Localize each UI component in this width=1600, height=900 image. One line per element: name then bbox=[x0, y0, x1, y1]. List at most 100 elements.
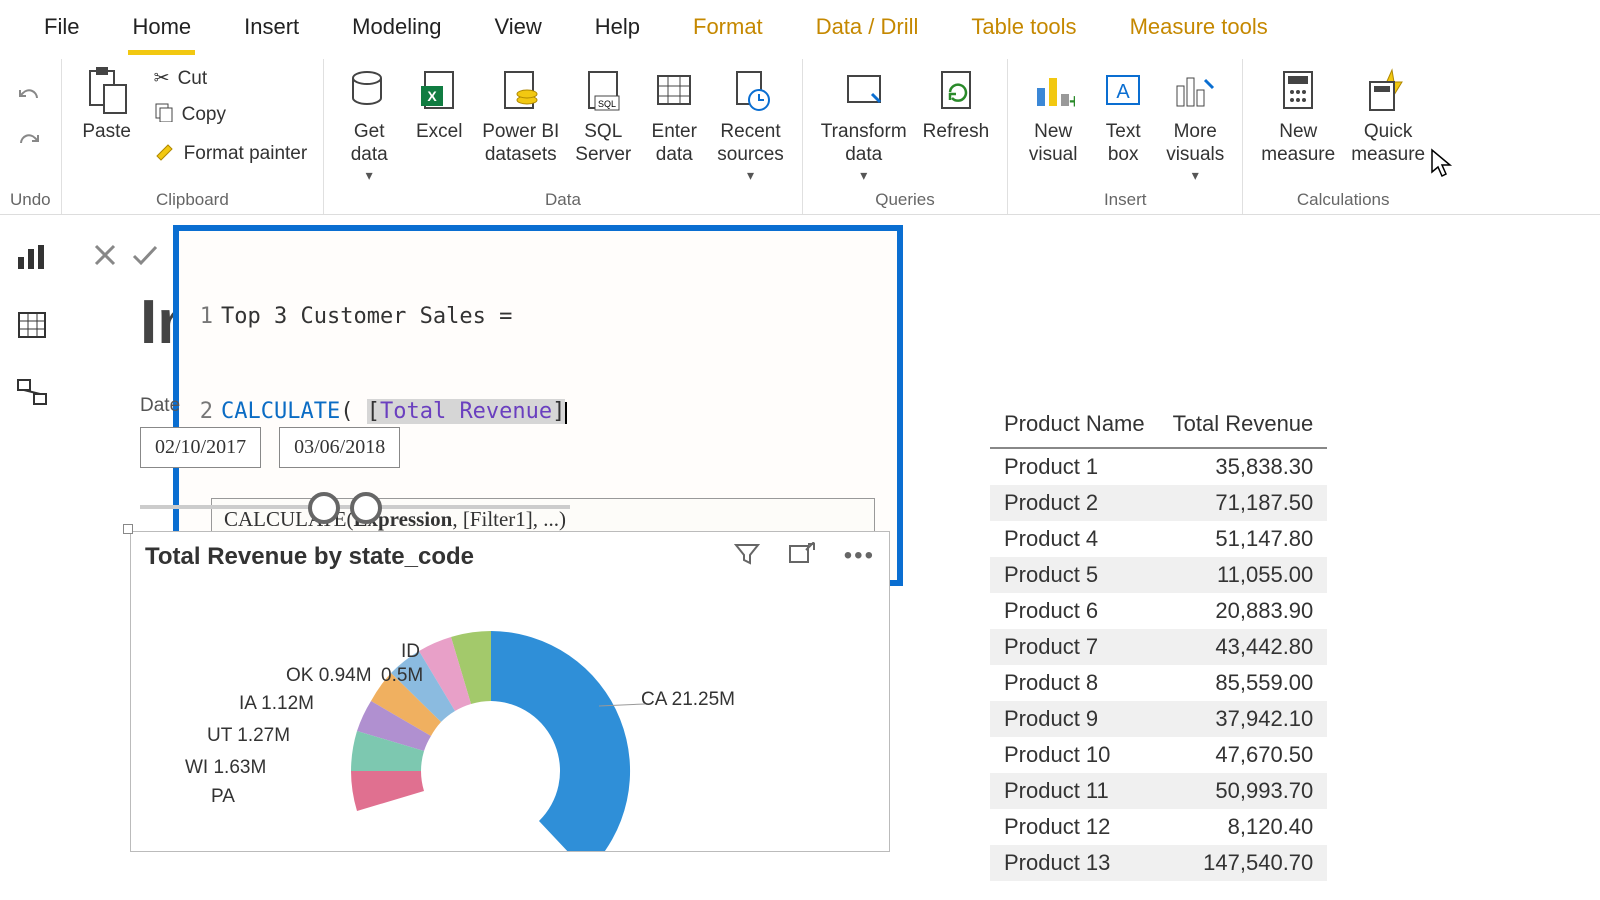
redo-icon bbox=[15, 131, 45, 162]
svg-text:SQL: SQL bbox=[598, 99, 616, 109]
sql-server-button[interactable]: SQLSQL Server bbox=[567, 59, 639, 171]
col-header-revenue[interactable]: Total Revenue bbox=[1159, 405, 1328, 448]
pbi-datasets-icon bbox=[494, 63, 548, 117]
chevron-down-icon: ▾ bbox=[366, 167, 373, 184]
tab-file[interactable]: File bbox=[40, 8, 83, 55]
col-header-product[interactable]: Product Name bbox=[990, 405, 1159, 448]
slider-handle-from[interactable] bbox=[308, 492, 340, 524]
copy-button[interactable]: Copy bbox=[148, 98, 314, 132]
date-slider[interactable] bbox=[140, 492, 570, 522]
paste-button[interactable]: Paste bbox=[72, 59, 142, 148]
group-label-undo: Undo bbox=[10, 188, 51, 214]
recent-sources-button[interactable]: Recent sources▾ bbox=[709, 59, 792, 187]
calculator-icon bbox=[1271, 63, 1325, 117]
tab-view[interactable]: View bbox=[490, 8, 545, 55]
donut-label: 0.5M bbox=[381, 665, 423, 687]
database-icon bbox=[342, 63, 396, 117]
tab-home[interactable]: Home bbox=[128, 8, 195, 55]
tab-modeling[interactable]: Modeling bbox=[348, 8, 445, 55]
table-row[interactable]: Product 271,187.50 bbox=[990, 485, 1327, 521]
tab-format[interactable]: Format bbox=[689, 8, 767, 55]
new-measure-button[interactable]: New measure bbox=[1253, 59, 1343, 171]
donut-chart bbox=[131, 581, 889, 851]
undo-icon bbox=[15, 86, 45, 117]
svg-text:+: + bbox=[1069, 91, 1075, 110]
excel-button[interactable]: XExcel bbox=[404, 59, 474, 148]
formula-commit-button[interactable] bbox=[125, 235, 165, 275]
data-view-button[interactable] bbox=[12, 305, 52, 345]
table-row[interactable]: Product 1150,993.70 bbox=[990, 773, 1327, 809]
ribbon-tabs: File Home Insert Modeling View Help Form… bbox=[0, 0, 1600, 55]
cut-button[interactable]: ✂Cut bbox=[148, 63, 314, 94]
chevron-down-icon: ▾ bbox=[1192, 167, 1199, 184]
group-label-clipboard: Clipboard bbox=[72, 188, 314, 214]
more-options-icon[interactable]: ••• bbox=[844, 542, 875, 571]
donut-label: OK 0.94M bbox=[286, 665, 372, 687]
table-row[interactable]: Product 128,120.40 bbox=[990, 809, 1327, 845]
refresh-icon bbox=[929, 63, 983, 117]
chevron-down-icon: ▾ bbox=[747, 167, 754, 184]
product-table[interactable]: Product Name Total Revenue Product 135,8… bbox=[990, 405, 1327, 881]
refresh-button[interactable]: Refresh bbox=[915, 59, 998, 148]
resize-handle[interactable] bbox=[123, 524, 133, 534]
group-label-data: Data bbox=[334, 188, 792, 214]
quick-measure-button[interactable]: Quick measure bbox=[1343, 59, 1433, 171]
model-view-button[interactable] bbox=[12, 373, 52, 413]
enter-data-button[interactable]: Enter data bbox=[639, 59, 709, 171]
filter-icon[interactable] bbox=[734, 542, 760, 571]
date-slicer[interactable]: Date 02/10/2017 03/06/2018 bbox=[140, 395, 1580, 522]
table-row[interactable]: Product 511,055.00 bbox=[990, 557, 1327, 593]
format-painter-button[interactable]: Format painter bbox=[148, 136, 314, 172]
focus-mode-icon[interactable] bbox=[788, 542, 816, 571]
donut-label: CA 21.25M bbox=[641, 689, 735, 711]
transform-icon bbox=[837, 63, 891, 117]
pbi-datasets-button[interactable]: Power BI datasets bbox=[474, 59, 567, 171]
table-row[interactable]: Product 937,942.10 bbox=[990, 701, 1327, 737]
tab-insert[interactable]: Insert bbox=[240, 8, 303, 55]
new-visual-button[interactable]: +New visual bbox=[1018, 59, 1088, 171]
tab-data-drill[interactable]: Data / Drill bbox=[812, 8, 923, 55]
table-row[interactable]: Product 620,883.90 bbox=[990, 593, 1327, 629]
donut-label: ID bbox=[401, 641, 420, 663]
table-row[interactable]: Product 135,838.30 bbox=[990, 448, 1327, 485]
table-row[interactable]: Product 451,147.80 bbox=[990, 521, 1327, 557]
donut-label: WI 1.63M bbox=[185, 757, 266, 779]
transform-data-button[interactable]: Transform data▾ bbox=[813, 59, 915, 187]
date-from-input[interactable]: 02/10/2017 bbox=[140, 427, 261, 468]
report-view-button[interactable] bbox=[12, 237, 52, 277]
slider-handle-to[interactable] bbox=[350, 492, 382, 524]
tab-measure-tools[interactable]: Measure tools bbox=[1126, 8, 1272, 55]
undo-button[interactable] bbox=[15, 86, 45, 117]
date-to-input[interactable]: 03/06/2018 bbox=[279, 427, 400, 468]
quick-measure-icon bbox=[1361, 63, 1415, 117]
slicer-field-label: Date bbox=[140, 395, 1580, 417]
sql-icon: SQL bbox=[576, 63, 630, 117]
table-row[interactable]: Product 1047,670.50 bbox=[990, 737, 1327, 773]
table-row[interactable]: Product 885,559.00 bbox=[990, 665, 1327, 701]
copy-icon bbox=[154, 102, 174, 128]
svg-text:A: A bbox=[1117, 81, 1131, 103]
paste-icon bbox=[80, 63, 134, 117]
redo-button[interactable] bbox=[15, 131, 45, 162]
brush-icon bbox=[154, 140, 176, 168]
group-label-queries: Queries bbox=[813, 188, 997, 214]
view-rail bbox=[0, 225, 64, 413]
donut-label: IA 1.12M bbox=[239, 693, 314, 715]
more-visuals-button[interactable]: More visuals▾ bbox=[1158, 59, 1232, 187]
tab-table-tools[interactable]: Table tools bbox=[967, 8, 1080, 55]
bar-chart-icon: + bbox=[1026, 63, 1080, 117]
table-row[interactable]: Product 13147,540.70 bbox=[990, 845, 1327, 881]
scissors-icon: ✂ bbox=[154, 67, 170, 90]
excel-icon: X bbox=[412, 63, 466, 117]
grid-icon bbox=[647, 63, 701, 117]
donut-visual[interactable]: Total Revenue by state_code ••• bbox=[130, 531, 890, 852]
chevron-down-icon: ▾ bbox=[860, 167, 867, 184]
ribbon: Undo Paste ✂Cut Copy Format painter Clip… bbox=[0, 55, 1600, 215]
formula-cancel-button[interactable] bbox=[85, 235, 125, 275]
tab-help[interactable]: Help bbox=[591, 8, 644, 55]
svg-text:X: X bbox=[428, 88, 438, 104]
mouse-cursor bbox=[1430, 148, 1454, 185]
get-data-button[interactable]: Get data▾ bbox=[334, 59, 404, 187]
table-row[interactable]: Product 743,442.80 bbox=[990, 629, 1327, 665]
text-box-button[interactable]: AText box bbox=[1088, 59, 1158, 171]
